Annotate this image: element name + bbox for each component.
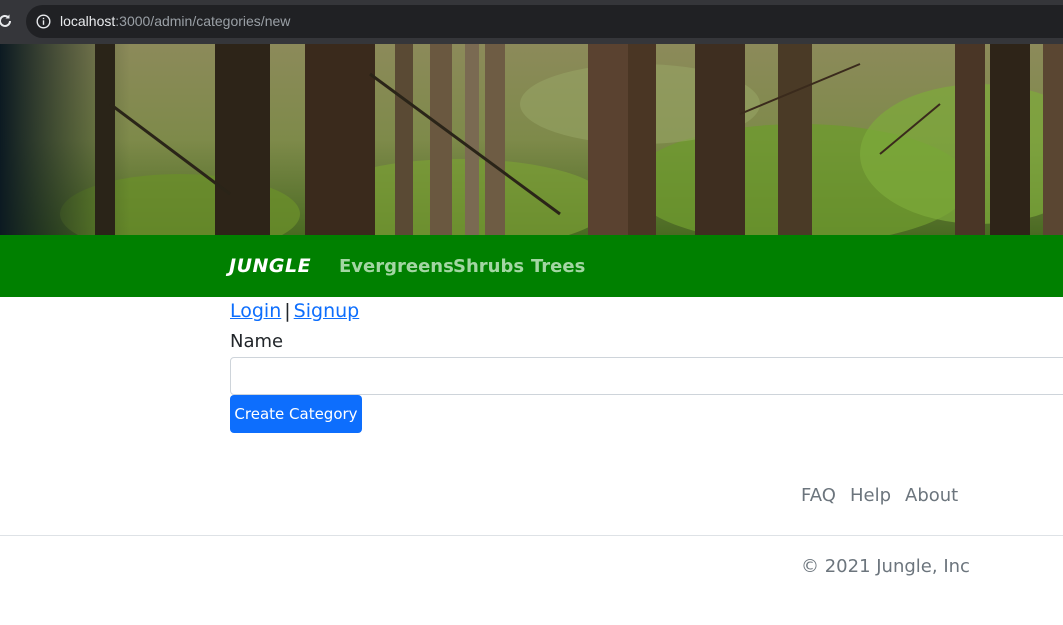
info-icon[interactable] bbox=[36, 14, 51, 29]
hero-forest-image bbox=[0, 44, 1063, 235]
main-navbar: JUNGLE Evergreens Shrubs Trees bbox=[0, 235, 1063, 297]
nav-link-evergreens[interactable]: Evergreens bbox=[339, 256, 454, 277]
auth-separator: | bbox=[284, 300, 291, 322]
forest-illustration bbox=[0, 44, 1063, 235]
category-name-input[interactable] bbox=[230, 357, 1063, 395]
auth-links: Login | Signup bbox=[230, 300, 359, 322]
address-bar[interactable]: localhost:3000/admin/categories/new bbox=[26, 5, 1063, 38]
brand-logo-link[interactable]: JUNGLE bbox=[229, 255, 311, 277]
footer-link-faq[interactable]: FAQ bbox=[801, 485, 836, 506]
reload-icon[interactable] bbox=[0, 12, 14, 30]
browser-toolbar: localhost:3000/admin/categories/new bbox=[0, 0, 1063, 44]
footer-link-about[interactable]: About bbox=[905, 485, 958, 506]
url-host: localhost bbox=[60, 13, 116, 29]
nav-link-shrubs[interactable]: Shrubs bbox=[453, 256, 524, 277]
nav-link-trees[interactable]: Trees bbox=[531, 256, 585, 277]
url-text[interactable]: localhost:3000/admin/categories/new bbox=[60, 13, 290, 30]
name-field-label: Name bbox=[230, 331, 284, 352]
login-link[interactable]: Login bbox=[230, 300, 281, 322]
copyright-text: © 2021 Jungle, Inc bbox=[801, 556, 970, 577]
footer-divider bbox=[0, 535, 1063, 536]
create-category-button[interactable]: Create Category bbox=[230, 395, 362, 433]
url-path: :3000/admin/categories/new bbox=[115, 13, 291, 29]
signup-link[interactable]: Signup bbox=[294, 300, 360, 322]
footer-link-help[interactable]: Help bbox=[850, 485, 891, 506]
